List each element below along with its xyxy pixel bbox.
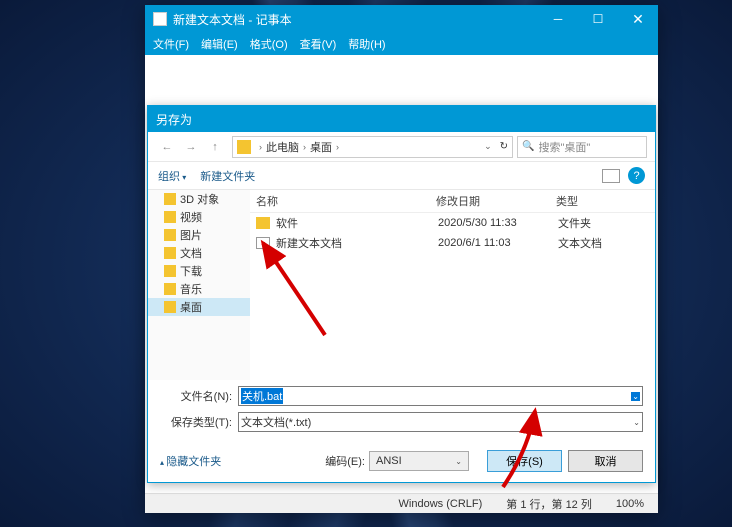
nav-item-label: 视频 [180,209,202,225]
filetype-value: 文本文档(*.txt) [241,414,311,430]
folder-icon [164,229,176,241]
close-button[interactable]: ✕ [618,5,658,33]
path-loc: 桌面 [310,139,332,155]
folder-icon [164,247,176,259]
file-icon [256,237,270,249]
filetype-label: 保存类型(T): [160,414,238,430]
chevron-down-icon: ⌄ [455,457,462,466]
dialog-nav-tree: 3D 对象视频图片文档下载音乐桌面 [148,190,250,380]
status-zoom: 100% [610,498,650,510]
back-button[interactable]: ← [156,137,178,157]
folder-icon [164,211,176,223]
file-row[interactable]: 新建文本文档2020/6/1 11:03文本文档 [250,233,655,253]
minimize-button[interactable]: ─ [538,5,578,33]
maximize-button[interactable]: ☐ [578,5,618,33]
file-name: 软件 [276,215,438,231]
nav-item-label: 下载 [180,263,202,279]
menu-file[interactable]: 文件(F) [149,34,193,54]
cancel-button[interactable]: 取消 [568,450,643,472]
notepad-window: 新建文本文档 - 记事本 ─ ☐ ✕ 文件(F) 编辑(E) 格式(O) 查看(… [145,5,658,513]
organize-button[interactable]: 组织 [158,168,186,184]
notepad-menubar: 文件(F) 编辑(E) 格式(O) 查看(V) 帮助(H) [145,33,658,55]
view-options-button[interactable] [602,169,620,183]
hide-folders-link[interactable]: 隐藏文件夹 [160,453,221,469]
menu-format[interactable]: 格式(O) [246,34,292,54]
dialog-actions: 隐藏文件夹 编码(E): ANSI ⌄ 保存(S) 取消 [160,450,643,472]
nav-item-label: 文档 [180,245,202,261]
col-type: 类型 [556,193,578,209]
menu-help[interactable]: 帮助(H) [344,34,389,54]
encoding-value: ANSI [376,455,402,467]
file-type: 文件夹 [558,215,591,231]
dialog-bottom: 文件名(N): 关机.bat ⌄ 保存类型(T): 文本文档(*.txt) ⌄ … [148,380,655,482]
nav-item[interactable]: 3D 对象 [148,190,250,208]
file-date: 2020/5/30 11:33 [438,217,558,229]
save-as-dialog: 另存为 ← → ↑ › 此电脑 › 桌面 › ⌄ ↻ [147,105,656,483]
dialog-breadcrumb-bar: ← → ↑ › 此电脑 › 桌面 › ⌄ ↻ 🔍 搜索"桌面" [148,132,655,162]
dialog-toolbar: 组织 新建文件夹 ? [148,162,655,190]
menu-view[interactable]: 查看(V) [296,34,341,54]
nav-item-label: 3D 对象 [180,191,219,207]
nav-item[interactable]: 文档 [148,244,250,262]
search-icon: 🔍 [522,141,534,152]
chevron-right-icon: › [259,142,262,152]
up-button[interactable]: ↑ [204,137,226,157]
folder-icon [237,140,251,154]
path-root: 此电脑 [266,139,299,155]
nav-item-label: 图片 [180,227,202,243]
nav-item-label: 桌面 [180,299,202,315]
chevron-down-icon[interactable]: ⌄ [633,418,640,427]
nav-item[interactable]: 下载 [148,262,250,280]
encoding-dropdown[interactable]: ANSI ⌄ [369,451,469,471]
file-rows: 软件2020/5/30 11:33文件夹新建文本文档2020/6/1 11:03… [250,213,655,253]
col-name: 名称 [256,193,436,209]
nav-item-label: 音乐 [180,281,202,297]
folder-icon [164,265,176,277]
encoding-label: 编码(E): [325,453,365,469]
notepad-statusbar: Windows (CRLF) 第 1 行，第 12 列 100% [145,493,658,513]
nav-item[interactable]: 图片 [148,226,250,244]
col-date: 修改日期 [436,193,556,209]
chevron-right-icon: › [303,142,306,152]
chevron-down-icon[interactable]: ⌄ [631,392,640,401]
nav-item[interactable]: 音乐 [148,280,250,298]
search-placeholder: 搜索"桌面" [538,139,590,155]
new-folder-button[interactable]: 新建文件夹 [200,168,255,184]
forward-button[interactable]: → [180,137,202,157]
file-row[interactable]: 软件2020/5/30 11:33文件夹 [250,213,655,233]
status-position: 第 1 行，第 12 列 [500,496,598,512]
dialog-file-list: 名称 修改日期 类型 软件2020/5/30 11:33文件夹新建文本文档202… [250,190,655,380]
column-headers[interactable]: 名称 修改日期 类型 [250,190,655,213]
file-date: 2020/6/1 11:03 [438,237,558,249]
nav-buttons: ← → ↑ [156,137,226,157]
folder-icon [164,283,176,295]
window-buttons: ─ ☐ ✕ [538,5,658,33]
filename-label: 文件名(N): [160,388,238,404]
file-type: 文本文档 [558,235,602,251]
chevron-right-icon: › [336,142,339,152]
help-icon[interactable]: ? [628,167,645,184]
folder-icon [164,301,176,313]
nav-item[interactable]: 视频 [148,208,250,226]
menu-edit[interactable]: 编辑(E) [197,34,242,54]
status-encoding: Windows (CRLF) [393,498,489,510]
save-button[interactable]: 保存(S) [487,450,562,472]
address-bar[interactable]: › 此电脑 › 桌面 › ⌄ ↻ [232,136,513,158]
chevron-down-icon[interactable]: ⌄ [484,141,492,152]
filetype-dropdown[interactable]: 文本文档(*.txt) ⌄ [238,412,643,432]
file-name: 新建文本文档 [276,235,438,251]
notepad-titlebar: 新建文本文档 - 记事本 ─ ☐ ✕ [145,5,658,33]
folder-icon [164,193,176,205]
notepad-body: 另存为 ← → ↑ › 此电脑 › 桌面 › ⌄ ↻ [145,55,658,493]
filename-value: 关机.bat [241,388,283,404]
search-input[interactable]: 🔍 搜索"桌面" [517,136,647,158]
notepad-title: 新建文本文档 - 记事本 [173,11,292,28]
notepad-icon [153,12,167,26]
filename-input[interactable]: 关机.bat ⌄ [238,386,643,406]
dialog-content: 3D 对象视频图片文档下载音乐桌面 名称 修改日期 类型 软件2020/5/30… [148,190,655,380]
dialog-title: 另存为 [148,106,655,132]
folder-icon [256,217,270,229]
nav-item[interactable]: 桌面 [148,298,250,316]
